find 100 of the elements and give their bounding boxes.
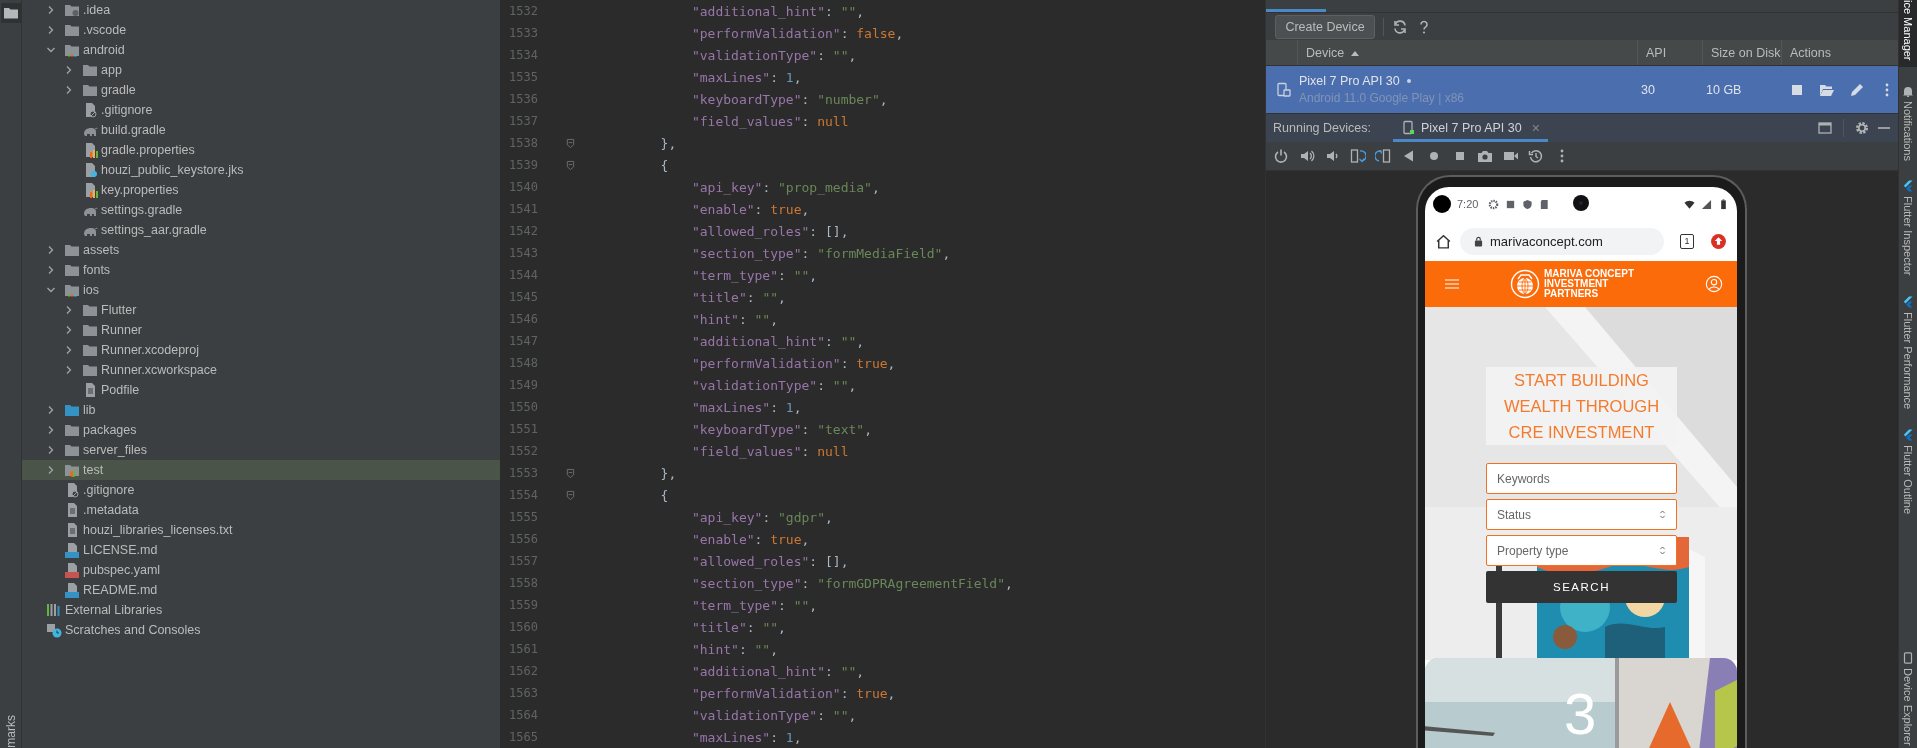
code-line: "allowed_roles": [], bbox=[690, 553, 849, 569]
folder-icon bbox=[64, 42, 80, 58]
tool-window-tab[interactable]: ice Manager bbox=[1899, 0, 1917, 67]
home-icon[interactable] bbox=[1435, 232, 1452, 250]
tree-row[interactable]: Scratches and Consoles bbox=[22, 620, 500, 640]
volume-down-icon[interactable] bbox=[1324, 148, 1340, 164]
tree-row[interactable]: .vscode bbox=[22, 20, 500, 40]
tree-row[interactable]: test bbox=[22, 460, 500, 480]
chevron-icon[interactable] bbox=[64, 325, 74, 335]
line-number: 1557 bbox=[508, 554, 538, 568]
tree-item-label: app bbox=[101, 63, 122, 77]
tree-row[interactable]: assets bbox=[22, 240, 500, 260]
tree-item-label: server_files bbox=[83, 443, 147, 457]
tree-item-label: .gitignore bbox=[83, 483, 135, 497]
tree-row[interactable]: app bbox=[22, 60, 500, 80]
tree-row[interactable]: Runner.xcodeproj bbox=[22, 340, 500, 360]
refresh-icon[interactable] bbox=[1392, 18, 1408, 35]
column-header[interactable]: API bbox=[1637, 40, 1702, 65]
chevron-icon[interactable] bbox=[46, 25, 56, 35]
tree-row[interactable]: settings.gradle bbox=[22, 200, 500, 220]
tree-row[interactable]: gradle bbox=[22, 80, 500, 100]
flutter-icon bbox=[1902, 180, 1914, 193]
tree-row[interactable]: ios bbox=[22, 280, 500, 300]
chevron-icon[interactable] bbox=[64, 305, 74, 315]
tab-count-button[interactable]: 1 bbox=[1680, 233, 1694, 249]
tool-window-tab[interactable]: Device Explorer bbox=[1899, 650, 1917, 748]
code-line: "additional_hint": "", bbox=[690, 663, 865, 679]
fold-marker-icon[interactable] bbox=[566, 137, 575, 149]
line-number: 1550 bbox=[508, 400, 538, 414]
code-line: "performValidation": false, bbox=[690, 25, 904, 41]
chevron-icon[interactable] bbox=[46, 45, 56, 55]
power-icon[interactable] bbox=[1273, 148, 1289, 164]
tool-window-tab[interactable]: Flutter Outline bbox=[1899, 427, 1917, 517]
tree-row[interactable]: key.properties bbox=[22, 180, 500, 200]
tree-row[interactable]: Podfile bbox=[22, 380, 500, 400]
folder-icon bbox=[64, 2, 80, 18]
user-icon[interactable] bbox=[1705, 275, 1723, 293]
tool-window-tab[interactable]: Flutter Inspector bbox=[1899, 178, 1917, 278]
tree-row[interactable]: External Libraries bbox=[22, 600, 500, 620]
chevron-icon[interactable] bbox=[46, 245, 56, 255]
upload-icon[interactable] bbox=[1710, 232, 1727, 250]
code-line: "allowed_roles": [], bbox=[690, 223, 849, 239]
chevron-icon[interactable] bbox=[46, 405, 56, 415]
column-header[interactable]: Size on Disk bbox=[1702, 40, 1781, 65]
tree-row[interactable]: Runner bbox=[22, 320, 500, 340]
chevron-icon[interactable] bbox=[46, 465, 56, 475]
tree-row[interactable]: lib bbox=[22, 400, 500, 420]
library-icon bbox=[46, 602, 62, 618]
line-number: 1535 bbox=[508, 70, 538, 84]
camera-icon[interactable] bbox=[1477, 148, 1493, 164]
tree-item-label: .vscode bbox=[83, 23, 127, 37]
tree-row[interactable]: .metadata bbox=[22, 500, 500, 520]
fold-marker-icon[interactable] bbox=[566, 467, 575, 479]
tree-row[interactable]: android bbox=[22, 40, 500, 60]
chevron-icon[interactable] bbox=[46, 425, 56, 435]
snapshot-icon[interactable] bbox=[1528, 148, 1544, 164]
tool-window-tab[interactable]: Notifications bbox=[1899, 82, 1917, 163]
device-tab[interactable]: Pixel 7 Pro API 30 × bbox=[1392, 114, 1548, 142]
tool-window-tab[interactable]: Flutter Performance bbox=[1899, 293, 1917, 412]
create-device-button[interactable]: Create Device bbox=[1275, 14, 1375, 39]
address-bar[interactable]: marivaconcept.com bbox=[1460, 227, 1664, 255]
chevron-icon[interactable] bbox=[64, 85, 74, 95]
chevron-icon[interactable] bbox=[64, 65, 74, 75]
edit-icon[interactable] bbox=[1849, 81, 1865, 98]
tree-row[interactable]: .idea bbox=[22, 0, 500, 20]
chevron-icon[interactable] bbox=[46, 445, 56, 455]
fold-marker-icon[interactable] bbox=[566, 159, 575, 171]
folder-icon[interactable] bbox=[0, 3, 21, 23]
rotate-left-icon[interactable] bbox=[1349, 148, 1366, 164]
tree-row[interactable]: packages bbox=[22, 420, 500, 440]
tree-row[interactable]: build.gradle bbox=[22, 120, 500, 140]
settings-icon[interactable] bbox=[1854, 120, 1870, 136]
chevron-icon[interactable] bbox=[64, 365, 74, 375]
tree-row[interactable]: settings_aar.gradle bbox=[22, 220, 500, 240]
tree-row[interactable]: Runner.xcworkspace bbox=[22, 360, 500, 380]
volume-up-icon[interactable] bbox=[1298, 148, 1315, 164]
tree-row[interactable]: houzi_public_keystore.jks bbox=[22, 160, 500, 180]
window-icon[interactable] bbox=[1817, 120, 1833, 136]
chevron-icon[interactable] bbox=[46, 265, 56, 275]
code-line: { bbox=[659, 157, 669, 173]
tree-row[interactable]: gradle.properties bbox=[22, 140, 500, 160]
tree-row[interactable]: Flutter bbox=[22, 300, 500, 320]
tree-row[interactable]: README.md bbox=[22, 580, 500, 600]
chevron-icon[interactable] bbox=[64, 345, 74, 355]
bookmarks-tab[interactable]: marks bbox=[3, 715, 18, 748]
fold-marker-icon[interactable] bbox=[566, 489, 575, 501]
rotate-right-icon[interactable] bbox=[1375, 148, 1391, 164]
chevron-icon[interactable] bbox=[46, 5, 56, 15]
tree-row[interactable]: LICENSE.md bbox=[22, 540, 500, 560]
close-tab[interactable]: × bbox=[1531, 120, 1540, 136]
tree-item-label: gradle.properties bbox=[101, 143, 195, 157]
tree-row[interactable]: fonts bbox=[22, 260, 500, 280]
column-header[interactable]: Device bbox=[1297, 40, 1637, 65]
tree-row[interactable]: .gitignore bbox=[22, 100, 500, 120]
brand-name[interactable]: MARIVA CONCEPT INVESTMENT PARTNERS bbox=[1544, 269, 1634, 299]
tree-row[interactable]: server_files bbox=[22, 440, 500, 460]
tree-row[interactable]: .gitignore bbox=[22, 480, 500, 500]
tree-row[interactable]: houzi_libraries_licenses.txt bbox=[22, 520, 500, 540]
tree-row[interactable]: pubspec.yaml bbox=[22, 560, 500, 580]
chevron-icon[interactable] bbox=[46, 285, 56, 295]
